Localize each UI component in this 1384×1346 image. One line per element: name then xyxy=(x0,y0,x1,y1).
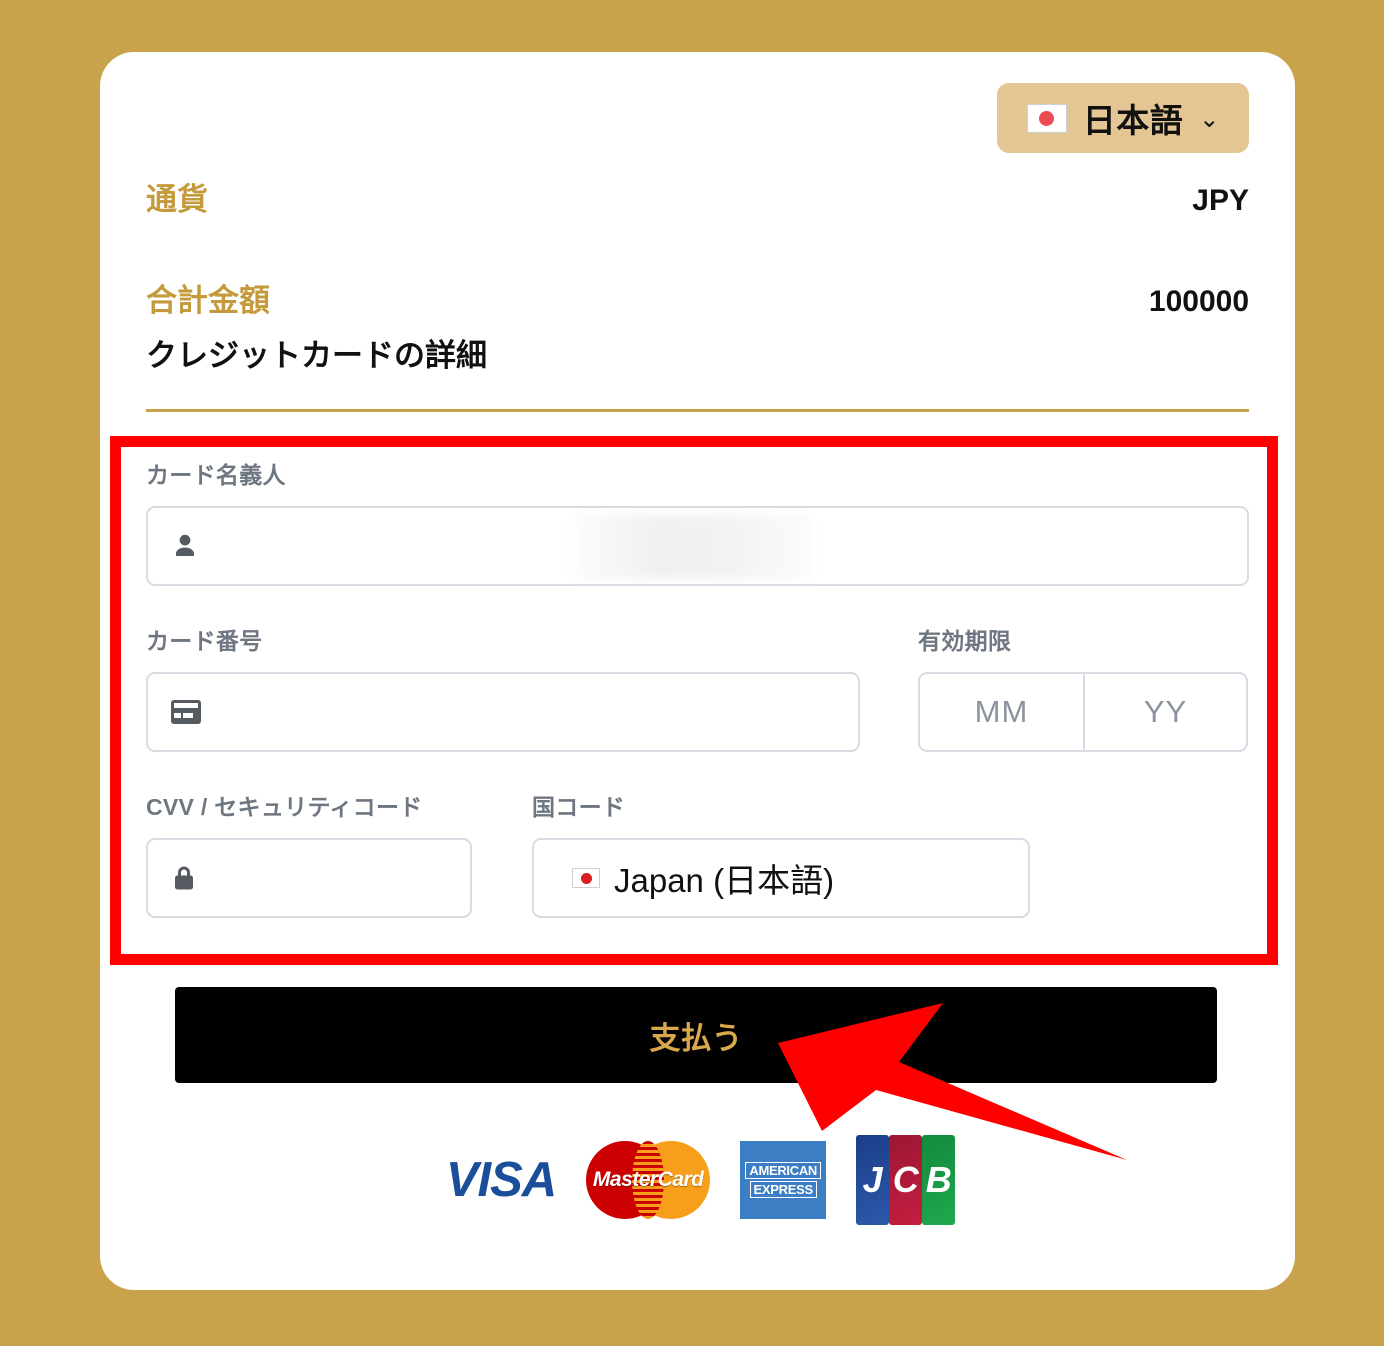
currency-value: JPY xyxy=(1192,184,1249,217)
visa-logo: VISA xyxy=(445,1153,557,1207)
currency-row: 通貨 JPY xyxy=(146,174,1249,219)
section-divider xyxy=(146,409,1249,412)
total-amount-row: 合計金額 100000 xyxy=(146,275,1249,320)
language-selector-button[interactable]: 日本語 ⌄ xyxy=(997,83,1249,153)
chevron-down-icon: ⌄ xyxy=(1199,105,1220,133)
order-summary: 通貨 JPY 合計金額 100000 xyxy=(146,174,1249,320)
mastercard-logo: MasterCard xyxy=(586,1141,711,1219)
total-amount-label: 合計金額 xyxy=(146,283,270,318)
section-title: クレジットカードの詳細 xyxy=(146,338,487,373)
jcb-logo: JCB xyxy=(856,1135,956,1225)
currency-label: 通貨 xyxy=(146,182,208,217)
amex-logo: AMERICAN EXPRESS xyxy=(740,1141,827,1219)
pay-button[interactable]: 支払う xyxy=(175,987,1217,1083)
total-amount-value: 100000 xyxy=(1148,285,1249,318)
highlight-box-annotation xyxy=(110,436,1278,965)
accepted-card-brands: VISA MasterCard AMERICAN EXPRESS JCB xyxy=(100,1135,1295,1225)
japan-flag-icon xyxy=(1026,103,1067,133)
language-selector-label: 日本語 xyxy=(1082,102,1184,139)
